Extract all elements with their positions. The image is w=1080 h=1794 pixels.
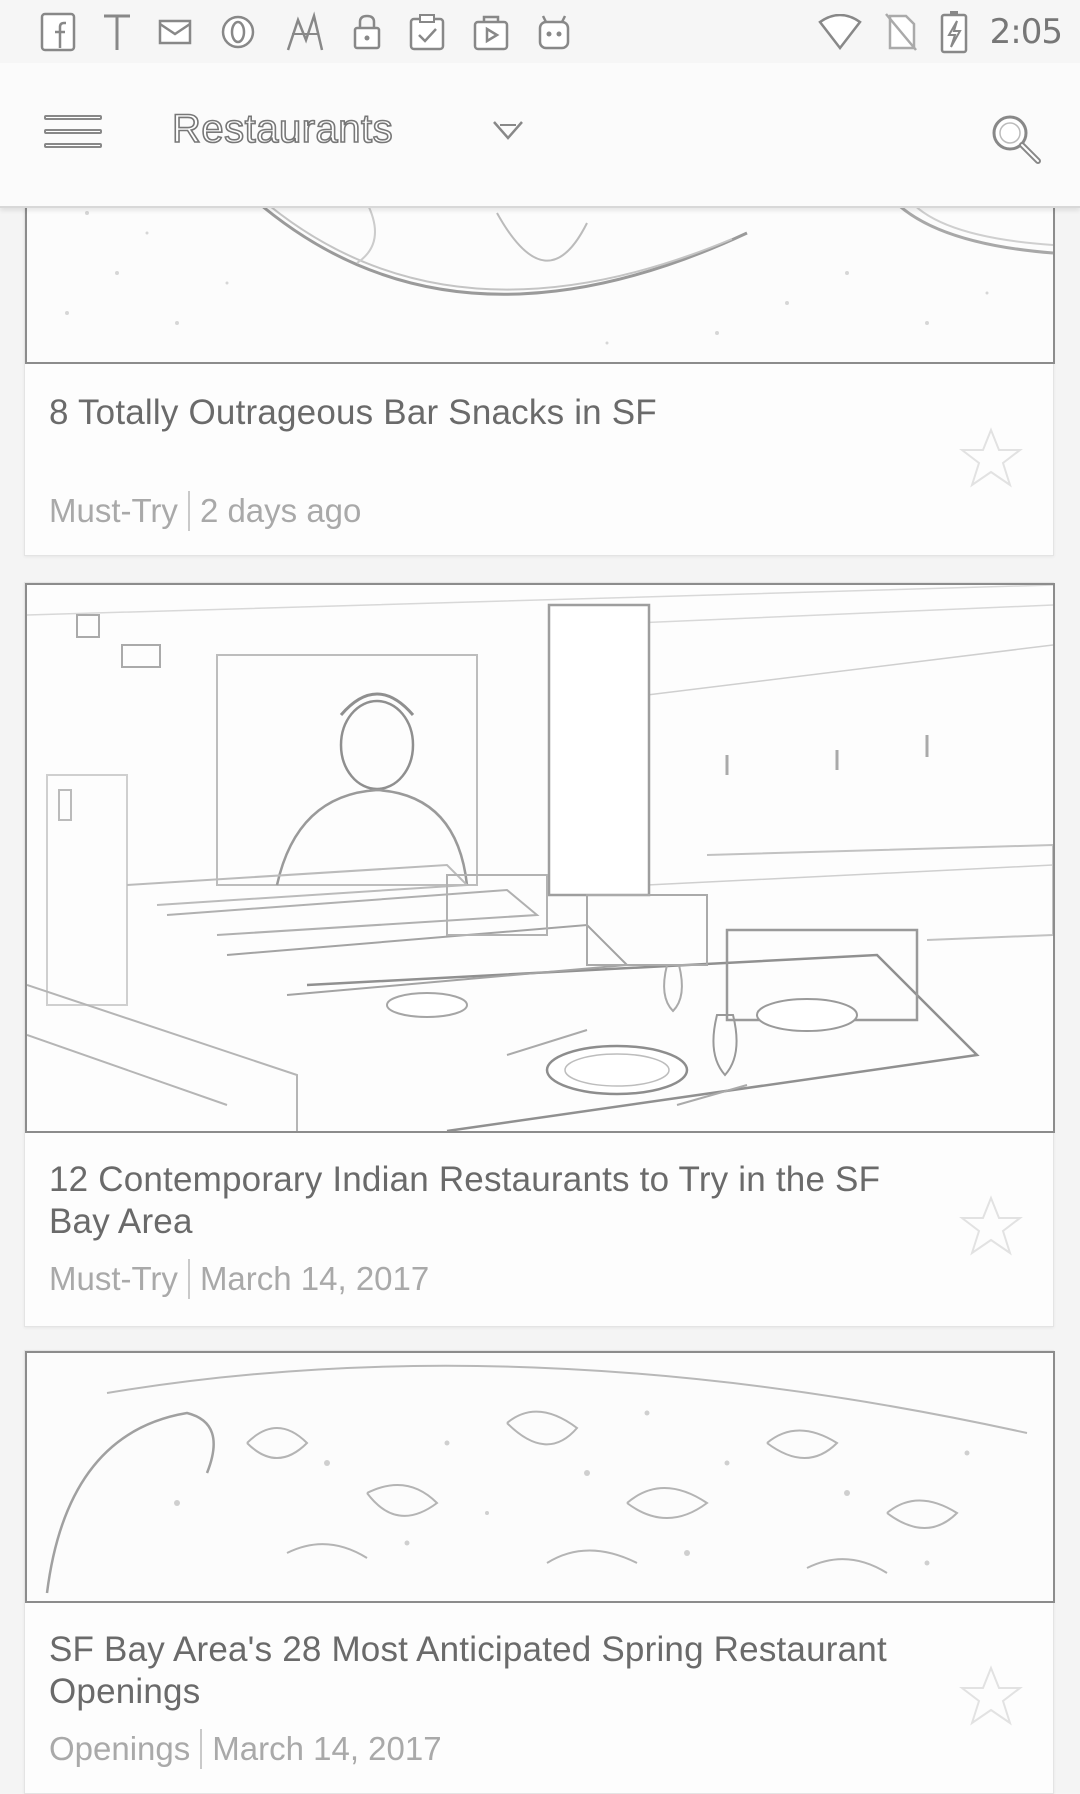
- meta-divider: [187, 491, 190, 531]
- article-meta: Must-Try 2 days ago: [49, 491, 361, 531]
- meta-divider: [187, 1259, 190, 1299]
- article-meta: Openings March 14, 2017: [49, 1729, 442, 1769]
- fancy-logo-icon: [282, 10, 326, 54]
- article-date: 2 days ago: [199, 492, 362, 529]
- app-bar: Restaurants: [0, 63, 1080, 208]
- article-date: March 14, 2017: [199, 1260, 430, 1297]
- clock-time: 2:05: [989, 11, 1063, 52]
- facebook-icon: [40, 12, 76, 52]
- lock-icon: [352, 12, 382, 52]
- status-bar: 2:05: [0, 0, 1080, 63]
- no-sim-icon: [884, 12, 918, 52]
- section-selector[interactable]: Restaurants: [171, 106, 394, 152]
- media-bag-icon: [472, 12, 510, 52]
- battery-charging-icon: [940, 10, 968, 54]
- text-t-icon: [102, 12, 132, 52]
- article-category[interactable]: Must-Try: [49, 492, 178, 530]
- chevron-down-icon[interactable]: [492, 119, 524, 145]
- clipboard-check-icon: [408, 12, 446, 52]
- indian-restaurant-dining-room-photo[interactable]: [25, 583, 1055, 1133]
- opera-icon: [220, 14, 256, 50]
- article-date: March 14, 2017: [212, 1730, 442, 1767]
- food-dish-closeup-photo[interactable]: [25, 1351, 1055, 1603]
- article-category[interactable]: Must-Try: [49, 1260, 178, 1298]
- article-title[interactable]: 12 Contemporary Indian Restaurants to Tr…: [49, 1159, 913, 1243]
- article-title[interactable]: 8 Totally Outrageous Bar Snacks in SF: [49, 392, 913, 434]
- favorite-star-icon[interactable]: [959, 1195, 1023, 1261]
- article-meta: Must-Try March 14, 2017: [49, 1259, 429, 1299]
- hamburger-menu-icon[interactable]: [44, 115, 104, 157]
- meta-divider: [200, 1729, 203, 1769]
- article-category[interactable]: Openings: [49, 1730, 190, 1768]
- article-card[interactable]: SF Bay Area's 28 Most Anticipated Spring…: [24, 1350, 1055, 1794]
- article-card[interactable]: 12 Contemporary Indian Restaurants to Tr…: [24, 582, 1055, 1327]
- wifi-icon: [817, 13, 862, 50]
- favorite-star-icon[interactable]: [959, 1665, 1023, 1731]
- article-card[interactable]: 8 Totally Outrageous Bar Snacks in SF Mu…: [24, 150, 1055, 556]
- favorite-star-icon[interactable]: [959, 427, 1023, 493]
- article-title[interactable]: SF Bay Area's 28 Most Anticipated Spring…: [49, 1629, 913, 1713]
- mail-icon: [158, 16, 194, 48]
- search-icon[interactable]: [988, 111, 1044, 171]
- robot-icon: [536, 12, 572, 52]
- page-title: Restaurants: [171, 106, 394, 152]
